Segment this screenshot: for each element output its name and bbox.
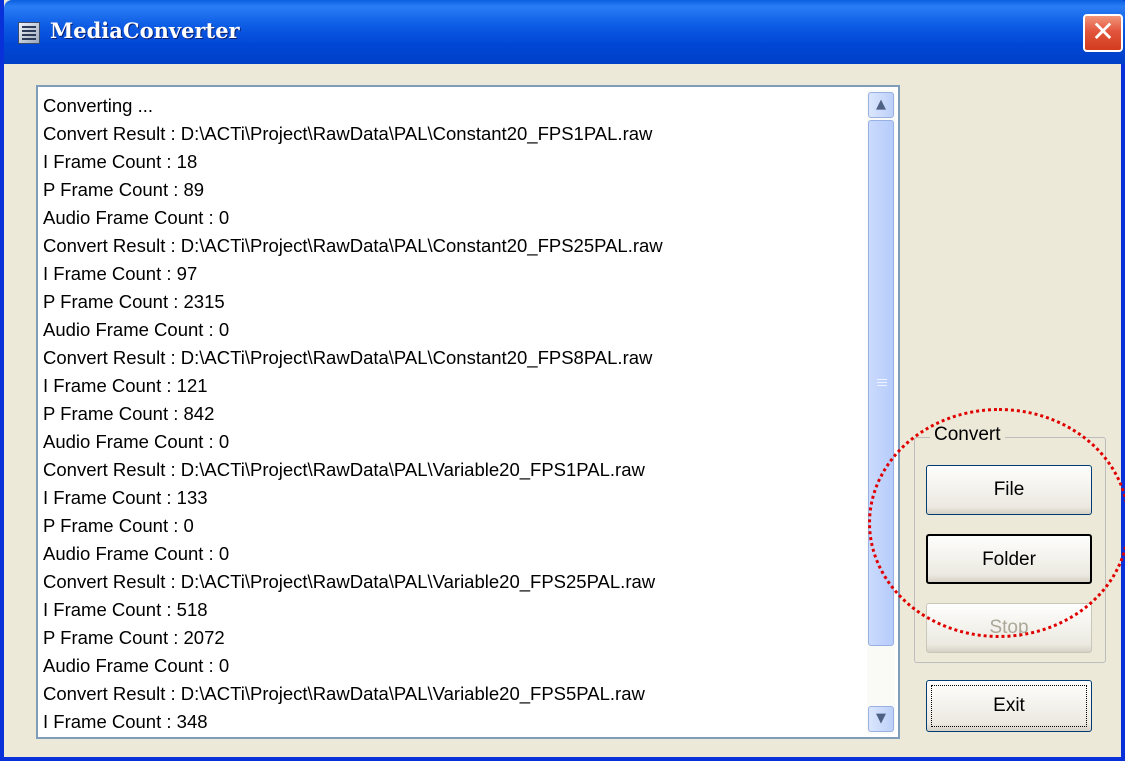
- scroll-down-button[interactable]: ▼: [868, 706, 894, 732]
- close-button[interactable]: ✕: [1083, 14, 1123, 52]
- log-line: I Frame Count : 121: [43, 375, 208, 396]
- log-line: P Frame Count : 842: [43, 403, 215, 424]
- log-line: Convert Result : D:\ACTi\Project\RawData…: [43, 347, 653, 368]
- close-icon: ✕: [1091, 15, 1115, 48]
- log-line: I Frame Count : 348: [43, 711, 208, 732]
- log-line: I Frame Count : 133: [43, 487, 208, 508]
- log-line: Audio Frame Count : 0: [43, 319, 230, 340]
- log-line: P Frame Count : 2315: [43, 291, 225, 312]
- media-converter-window: MediaConverter ✕ Converting ... Convert R…: [0, 0, 1125, 761]
- app-icon: [18, 22, 40, 44]
- exit-button[interactable]: Exit: [926, 680, 1092, 732]
- log-line: Convert Result : D:\ACTi\Project\RawData…: [43, 459, 645, 480]
- log-line: Audio Frame Count : 0: [43, 431, 230, 452]
- log-textbox[interactable]: Converting ... Convert Result : D:\ACTi\P…: [36, 85, 900, 739]
- log-line: I Frame Count : 97: [43, 263, 198, 284]
- log-line: Convert Result : D:\ACTi\Project\RawData…: [43, 235, 663, 256]
- log-line: Audio Frame Count : 0: [43, 655, 230, 676]
- scrollbar-grip: [877, 379, 887, 380]
- log-line: I Frame Count : 18: [43, 151, 198, 172]
- log-line: P Frame Count : 89: [43, 179, 205, 200]
- chevron-down-icon: ▼: [876, 711, 886, 726]
- log-line: Convert Result : D:\ACTi\Project\RawData…: [43, 683, 645, 704]
- log-lines: Converting ... Convert Result : D:\ACTi\P…: [43, 92, 869, 732]
- log-line: Convert Result : D:\ACTi\Project\RawData…: [43, 123, 653, 144]
- log-line: Converting ...: [43, 95, 154, 116]
- log-line: Convert Result : D:\ACTi\Project\RawData…: [43, 571, 656, 592]
- log-line: Audio Frame Count : 0: [43, 543, 230, 564]
- log-line: P Frame Count : 0: [43, 515, 194, 536]
- vertical-scrollbar[interactable]: ▲ ▼: [867, 90, 895, 734]
- title-bar[interactable]: MediaConverter ✕: [4, 0, 1125, 64]
- window-title: MediaConverter: [50, 18, 240, 43]
- log-line: P Frame Count : 2072: [43, 627, 225, 648]
- log-line: I Frame Count : 518: [43, 599, 208, 620]
- log-line: Audio Frame Count : 0: [43, 207, 230, 228]
- chevron-up-icon: ▲: [876, 97, 886, 112]
- highlight-annotation: [868, 408, 1125, 638]
- scroll-up-button[interactable]: ▲: [868, 92, 894, 118]
